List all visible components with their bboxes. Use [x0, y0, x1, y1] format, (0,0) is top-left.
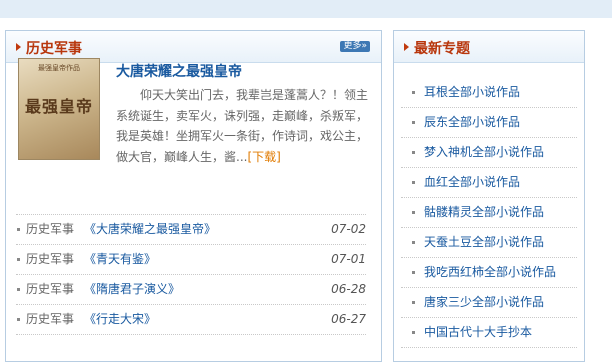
featured-book-description: 仰天大笑出门去，我辈岂是蓬蒿人？！领主系统诞生，卖军火，诛列强，走巅峰，杀叛军，…: [116, 85, 368, 167]
topic-item: 中国古代十大手抄本: [401, 318, 577, 348]
top-nav-text: [4, 0, 9, 8]
bullet-icon: [412, 241, 415, 244]
topic-item: 耳根全部小说作品: [401, 78, 577, 108]
date-label: 06-27: [331, 312, 366, 326]
book-link[interactable]: 《青天有鉴》: [84, 245, 156, 274]
download-link[interactable]: [下载]: [247, 150, 280, 164]
panel-header: 最新专题: [394, 31, 584, 63]
topic-link[interactable]: 梦入神机全部小说作品: [424, 138, 544, 167]
bullet-icon: [412, 331, 415, 334]
bullet-icon: [412, 271, 415, 274]
featured-book-title[interactable]: 大唐荣耀之最强皇帝: [116, 61, 242, 81]
topic-link[interactable]: 我吃西红柿全部小说作品: [424, 258, 556, 287]
list-item: 历史军事 《大唐荣耀之最强皇帝》 07-02: [16, 214, 366, 245]
bullet-icon: [412, 151, 415, 154]
topic-link[interactable]: 骷髅精灵全部小说作品: [424, 198, 544, 227]
page-edge: [598, 18, 612, 352]
topic-link[interactable]: 辰东全部小说作品: [424, 108, 520, 137]
book-link[interactable]: 《大唐荣耀之最强皇帝》: [84, 215, 216, 244]
list-item: 历史军事 《隋唐君子演义》 06-28: [16, 275, 366, 305]
cover-top-text: 最强皇帝作品: [38, 64, 80, 72]
topic-item: 唐家三少全部小说作品: [401, 288, 577, 318]
bullet-icon: [17, 228, 20, 231]
book-link[interactable]: 《行走大宋》: [84, 305, 156, 334]
bullet-icon: [412, 211, 415, 214]
bullet-icon: [412, 91, 415, 94]
date-label: 07-02: [331, 222, 366, 236]
topic-item: 我吃西红柿全部小说作品: [401, 258, 577, 288]
date-label: 07-01: [331, 252, 366, 266]
topic-item: 天蚕土豆全部小说作品: [401, 228, 577, 258]
topic-link[interactable]: 血红全部小说作品: [424, 168, 520, 197]
top-nav-strip: [0, 0, 612, 18]
more-button[interactable]: 更多»: [340, 41, 370, 52]
list-item: 历史军事 《行走大宋》 06-27: [16, 305, 366, 335]
topic-item: 血红全部小说作品: [401, 168, 577, 198]
category-label[interactable]: 历史军事: [26, 245, 74, 274]
book-list: 历史军事 《大唐荣耀之最强皇帝》 07-02 历史军事 《青天有鉴》 07-01…: [16, 214, 366, 335]
bullet-icon: [17, 318, 20, 321]
description-text: 仰天大笑出门去，我辈岂是蓬蒿人？！领主系统诞生，卖军火，诛列强，走巅峰，杀叛军，…: [116, 88, 369, 164]
panel-title: 最新专题: [414, 41, 470, 57]
category-label[interactable]: 历史军事: [26, 305, 74, 334]
list-item: 历史军事 《青天有鉴》 07-01: [16, 245, 366, 275]
bullet-icon: [412, 301, 415, 304]
arrow-right-icon: [16, 43, 21, 51]
cover-title-text: 最强皇帝: [25, 97, 94, 116]
book-link[interactable]: 《隋唐君子演义》: [84, 275, 180, 304]
topic-link[interactable]: 天蚕土豆全部小说作品: [424, 228, 544, 257]
topic-list: 耳根全部小说作品 辰东全部小说作品 梦入神机全部小说作品 血红全部小说作品 骷髅…: [401, 78, 577, 348]
arrow-right-icon: [404, 43, 409, 51]
topic-item: 辰东全部小说作品: [401, 108, 577, 138]
panel-title: 历史军事: [26, 41, 82, 57]
bullet-icon: [17, 258, 20, 261]
date-label: 06-28: [331, 282, 366, 296]
category-label[interactable]: 历史军事: [26, 215, 74, 244]
featured-book: 最强皇帝作品 最强皇帝 大唐荣耀之最强皇帝 仰天大笑出门去，我辈岂是蓬蒿人？！领…: [18, 58, 368, 188]
book-cover-image[interactable]: 最强皇帝作品 最强皇帝: [18, 58, 100, 160]
bullet-icon: [412, 121, 415, 124]
latest-topics-panel: 最新专题 耳根全部小说作品 辰东全部小说作品 梦入神机全部小说作品 血红全部小说…: [393, 30, 585, 362]
topic-item: 骷髅精灵全部小说作品: [401, 198, 577, 228]
topic-link[interactable]: 耳根全部小说作品: [424, 78, 520, 107]
topic-link[interactable]: 中国古代十大手抄本: [424, 318, 532, 347]
category-label[interactable]: 历史军事: [26, 275, 74, 304]
topic-link[interactable]: 唐家三少全部小说作品: [424, 288, 544, 317]
bullet-icon: [412, 181, 415, 184]
topic-item: 梦入神机全部小说作品: [401, 138, 577, 168]
bullet-icon: [17, 288, 20, 291]
